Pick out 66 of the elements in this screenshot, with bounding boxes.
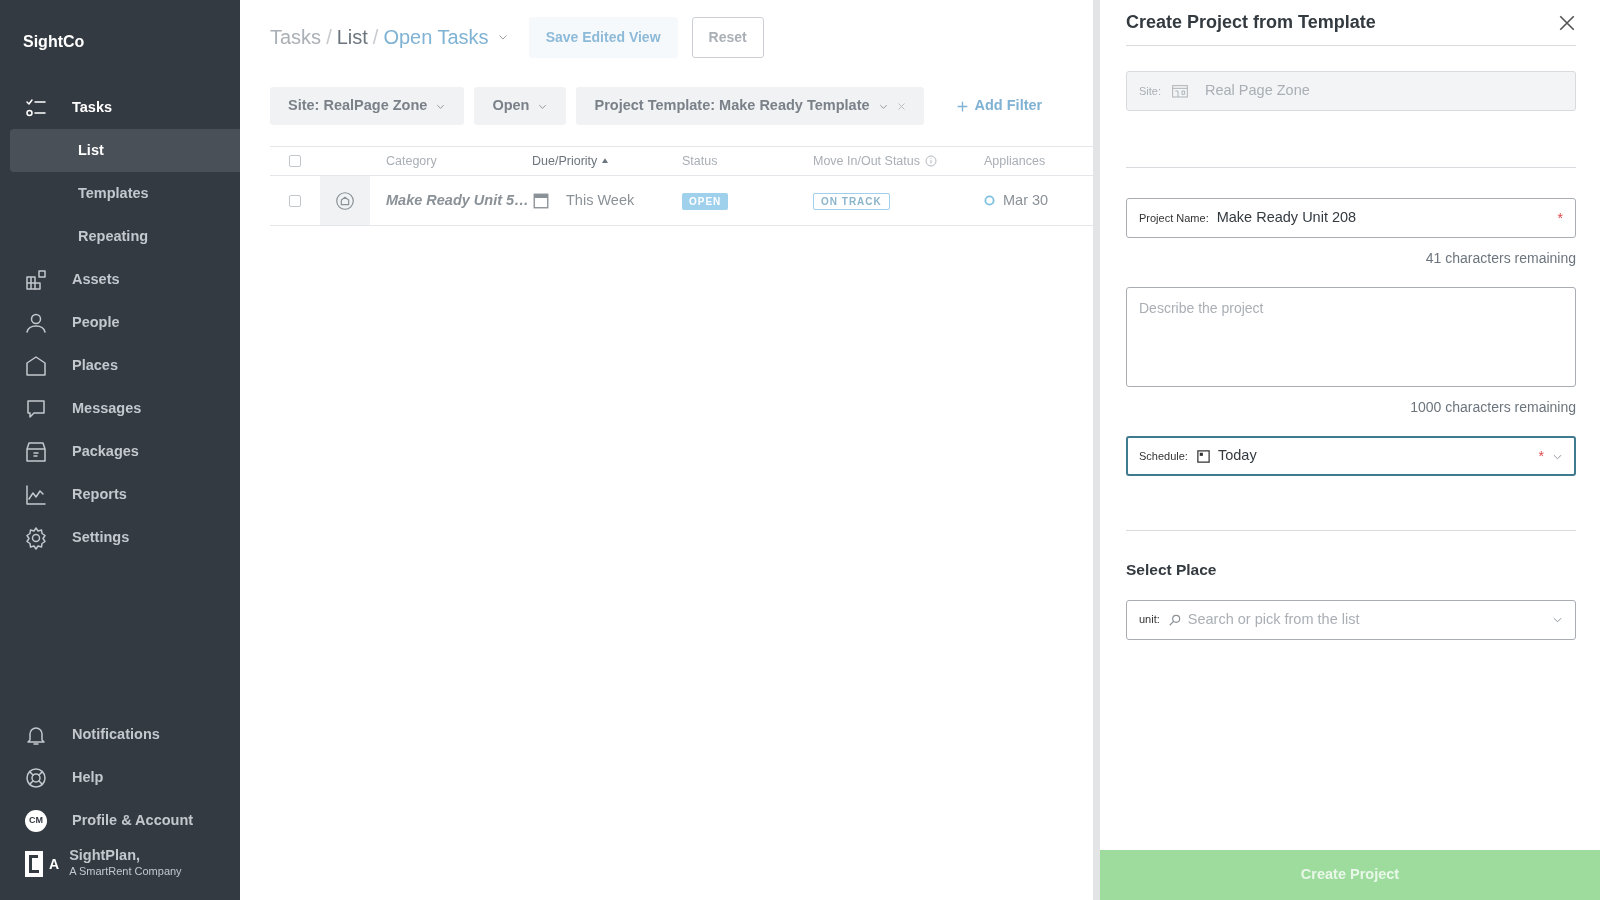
close-button[interactable] — [1558, 13, 1576, 32]
company-name: SightPlan, — [69, 848, 142, 864]
schedule-dropdown[interactable]: Schedule: Today * — [1126, 436, 1576, 476]
field-label: Schedule: — [1139, 448, 1188, 464]
nav-item[interactable]: Places — [10, 344, 240, 387]
breadcrumb-separator: / — [326, 25, 332, 50]
breadcrumb-separator: / — [372, 25, 379, 50]
house-cycle-icon — [334, 189, 356, 212]
nav-item[interactable]: Notifications — [10, 713, 240, 756]
breadcrumb-link[interactable]: List — [336, 22, 368, 52]
nav-item[interactable]: People — [10, 301, 240, 344]
appliance-date: Mar 30 — [1003, 190, 1049, 210]
placeholder-text: Search or pick from the list — [1187, 609, 1361, 629]
required-mark: * — [1538, 446, 1544, 466]
character-counter: 41 characters remaining — [1424, 249, 1576, 268]
field-value: Real Page Zone — [1205, 81, 1311, 101]
filter-chip[interactable]: Project Template: Make Ready Template — [576, 87, 924, 125]
filter-chip[interactable]: Open — [474, 87, 567, 125]
calendar-icon — [1195, 448, 1211, 464]
sort-ascending-icon — [601, 157, 610, 165]
nav-item[interactable]: Help — [10, 756, 240, 799]
required-mark: * — [1557, 208, 1563, 228]
logo-letter: A — [49, 854, 60, 874]
company-tagline: A SmartRent Company — [69, 864, 182, 880]
nav-item[interactable]: Assets — [10, 258, 240, 301]
nav-subitem[interactable]: Repeating — [10, 215, 240, 258]
brand-name: SightCo — [22, 32, 86, 52]
description-field[interactable]: Describe the project — [1126, 287, 1576, 387]
character-counter: 1000 characters remaining — [1409, 398, 1576, 417]
project-name-field[interactable]: Project Name: Make Ready Unit 208 * — [1126, 198, 1576, 238]
nav-item[interactable]: Reports — [10, 473, 240, 516]
gear-icon — [24, 525, 48, 550]
nav-item[interactable]: Tasks — [10, 86, 240, 129]
column-header[interactable]: Due/Priority — [532, 151, 598, 171]
unit-search-field[interactable]: unit: Search or pick from the list — [1126, 599, 1576, 640]
filter-chip[interactable]: Site: RealPage Zone — [270, 87, 465, 125]
field-label: unit: — [1139, 612, 1160, 628]
nav-item[interactable]: Messages — [10, 387, 240, 430]
lifebuoy-icon — [24, 765, 48, 790]
logo-icon — [25, 851, 43, 877]
panel-title: Create Project from Template — [1126, 11, 1376, 34]
plus-icon — [955, 99, 969, 113]
field-label: Site: — [1139, 83, 1161, 99]
field-value: Make Ready Unit 208 — [1216, 208, 1358, 228]
section-heading: Select Place — [1126, 561, 1218, 580]
ring-icon — [984, 195, 995, 206]
avatar: CM — [25, 809, 47, 832]
select-all-checkbox[interactable] — [289, 155, 301, 167]
field-value: Today — [1217, 446, 1258, 466]
blocks-icon — [24, 267, 48, 292]
nav-item[interactable]: Settings — [10, 516, 240, 559]
search-icon — [1167, 612, 1182, 627]
nav-item[interactable]: CM Profile & Account — [10, 799, 240, 842]
status-badge: OPEN — [682, 192, 729, 210]
building-icon — [1169, 83, 1191, 99]
nav-subitem[interactable]: List — [10, 129, 240, 172]
nav-item[interactable]: Packages — [10, 430, 240, 473]
move-status-badge: ON TRACK — [813, 192, 890, 210]
calendar-icon — [532, 191, 550, 210]
due-date: This Week — [566, 190, 635, 210]
field-label: Project Name: — [1139, 210, 1209, 226]
house-outline-icon — [24, 353, 48, 378]
row-checkbox[interactable] — [289, 194, 301, 207]
line-chart-icon — [24, 482, 48, 507]
box-icon — [24, 439, 48, 464]
nav-subitem[interactable]: Templates — [10, 172, 240, 215]
